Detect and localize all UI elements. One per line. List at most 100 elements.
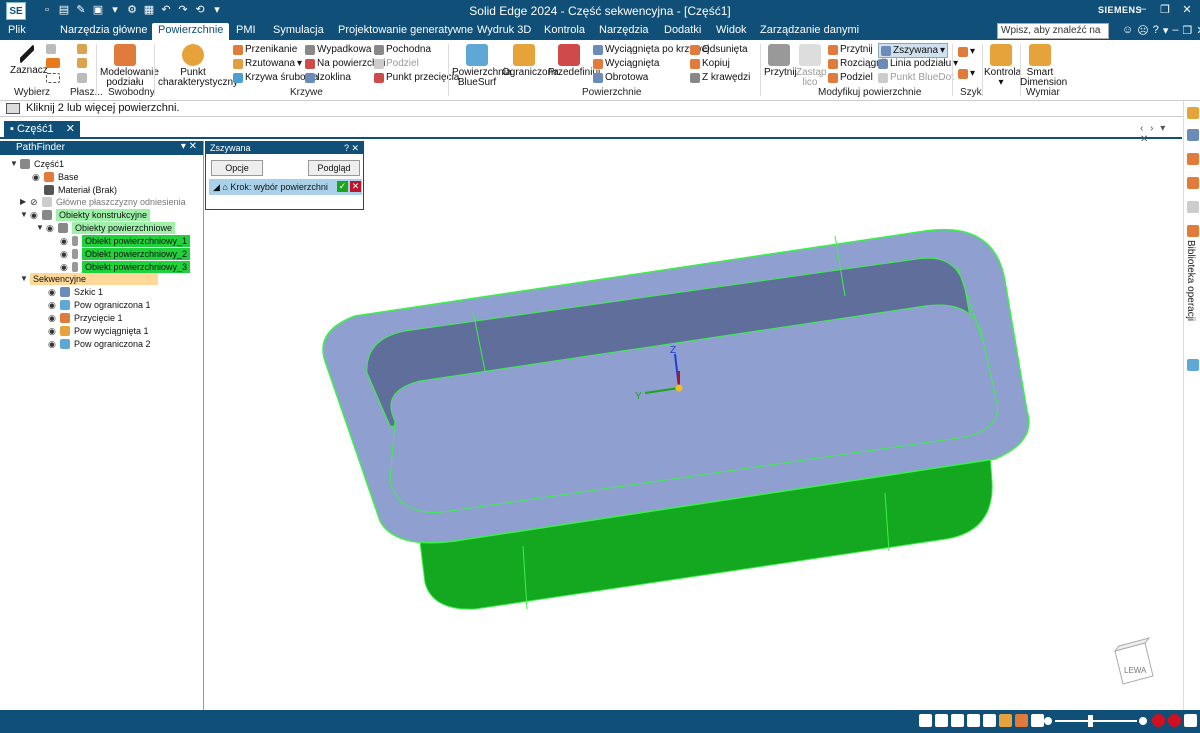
tab-plik[interactable]: Plik — [8, 24, 26, 36]
from-edge-button[interactable]: Z krawędzi — [690, 72, 750, 83]
derivative-button[interactable]: Pochodna — [374, 44, 431, 55]
revolved-button[interactable]: Obrotowa — [593, 72, 648, 83]
plane2-icon[interactable] — [77, 58, 87, 68]
tab-dodatki[interactable]: Dodatki — [664, 24, 701, 36]
tree-root[interactable]: ▼ Część1 — [10, 158, 64, 170]
plane-icon[interactable] — [77, 44, 87, 54]
copy-button[interactable]: Kopiuj — [690, 58, 730, 69]
close-icon[interactable]: ✕ — [1182, 3, 1192, 16]
tab-narzedzia[interactable]: Narzędzia — [599, 24, 649, 36]
tree-item-surface-2[interactable]: ◉ Obiekt powierzchniowy_2 — [60, 248, 191, 260]
graphics-viewport[interactable]: Z Y LEWA — [205, 141, 1183, 710]
tab-widok[interactable]: Widok — [716, 24, 747, 36]
tree-item-surface-3[interactable]: ◉ Obiekt powierzchniowy_3 — [60, 261, 191, 273]
help-close-icon[interactable]: ? ✕ — [344, 142, 359, 154]
step-bar[interactable]: ◢ ⌂ Krok: wybór powierzchni ✓ ✕ — [209, 179, 362, 195]
stitch-button[interactable]: Zszywana ▾ — [878, 43, 949, 58]
tree-item-trim[interactable]: ◉ Przycięcie 1 — [48, 312, 123, 324]
projected-curve-button[interactable]: Rzutowana ▾ — [233, 58, 302, 69]
zoom-slider-handle[interactable] — [1088, 715, 1093, 727]
close-tab-icon[interactable]: ✕ — [66, 122, 75, 135]
tree-item-surface-objects[interactable]: ▼ ◉ Obiekty powierzchniowe — [36, 222, 176, 234]
tree-item-planes[interactable]: ▶ ⊘ Główne płaszczyzny odniesienia — [20, 196, 186, 208]
tab-symulacja[interactable]: Symulacja — [273, 24, 324, 36]
wrench-icon[interactable] — [1187, 177, 1199, 189]
trim-button[interactable]: Przytnij — [828, 44, 873, 55]
mirror-button[interactable]: ▾ — [958, 68, 975, 79]
redefine-button[interactable]: Przedefiniuj — [548, 44, 600, 78]
trim-big-button[interactable]: Przytnij — [764, 44, 797, 78]
grid-icon[interactable] — [1187, 153, 1199, 165]
bluesurf-button[interactable]: Powierzchnia BlueSurf — [452, 44, 511, 88]
bounded-button[interactable]: Ograniczona — [502, 44, 559, 78]
tab-zarzadzanie-danymi[interactable]: Zarządzanie danymi — [760, 24, 859, 36]
tree-item-extruded[interactable]: ◉ Pow wyciągnięta 1 — [48, 325, 149, 337]
ribbon-restore-icon[interactable]: ❐ — [1182, 24, 1192, 37]
zoom-out-icon[interactable] — [1044, 717, 1052, 725]
tree-item-surface-1[interactable]: ◉ Obiekt powierzchniowy_1 — [60, 235, 191, 247]
select-area-icon[interactable] — [46, 73, 60, 83]
pan-icon[interactable] — [967, 714, 980, 727]
tree-item-base[interactable]: ◉ Base — [32, 171, 79, 183]
accept-icon[interactable]: ✓ — [337, 181, 348, 192]
select-button[interactable]: Zaznacz — [10, 44, 48, 76]
split-button[interactable]: Podziel — [828, 72, 873, 83]
preview-button[interactable]: Podgląd — [308, 160, 360, 176]
pattern-button[interactable]: ▾ — [958, 46, 975, 57]
record-icon[interactable] — [1152, 714, 1165, 727]
derived-curve-button[interactable]: Wypadkowa — [305, 44, 371, 55]
info-icon[interactable] — [1187, 359, 1199, 371]
extruded-button[interactable]: Wyciągnięta — [593, 58, 659, 69]
link-icon[interactable] — [1187, 201, 1199, 213]
library-icon[interactable] — [1187, 225, 1199, 237]
select-filter-icon[interactable] — [46, 44, 56, 54]
ribbon-minimize-icon[interactable]: – — [1172, 24, 1178, 37]
fit-icon[interactable] — [951, 714, 964, 727]
tree-item-sketch[interactable]: ◉ Szkic 1 — [48, 286, 103, 298]
layers-icon[interactable] — [1187, 129, 1199, 141]
tab-kontrola[interactable]: Kontrola — [544, 24, 585, 36]
docking-icon[interactable] — [1187, 107, 1199, 119]
shading-icon[interactable] — [1015, 714, 1028, 727]
rotate-icon[interactable] — [983, 714, 996, 727]
intersection-point-button[interactable]: Punkt przecięcia — [374, 72, 459, 83]
tree-item-construction[interactable]: ▼ ◉ Obiekty konstrukcyjne — [20, 209, 151, 221]
tab-pmi[interactable]: PMI — [236, 24, 256, 36]
fullscreen-icon[interactable] — [1184, 714, 1197, 727]
offset-button[interactable]: Odsunięta — [690, 44, 748, 55]
tree-item-bounded-2[interactable]: ◉ Pow ograniczona 2 — [48, 338, 151, 350]
minimize-icon[interactable]: – — [1138, 3, 1148, 16]
feature-library-label[interactable]: Biblioteka operacji — [1185, 240, 1196, 321]
split-curve-button[interactable]: Podziel — [374, 58, 419, 69]
zoom-area-icon[interactable] — [919, 714, 932, 727]
select-box-icon[interactable] — [46, 58, 60, 68]
options-button[interactable]: Opcje — [211, 160, 263, 176]
tree-item-material[interactable]: Materiał (Brak) — [44, 184, 117, 196]
panel-controls-icon[interactable]: ▾ ✕ — [181, 141, 197, 152]
frown-icon[interactable]: ☹ — [1137, 24, 1148, 37]
free-modeling-button[interactable]: Modelowanie podziału — [100, 44, 159, 88]
tab-projektowanie[interactable]: Projektowanie generatywne — [338, 24, 473, 36]
bluedot-button[interactable]: Punkt BlueDot — [878, 72, 954, 83]
tree-item-sequential[interactable]: ▼ Sekwencyjne — [20, 273, 160, 285]
zoom-in-icon[interactable] — [1139, 717, 1147, 725]
dropdown-icon[interactable]: ▾ — [1163, 24, 1169, 37]
csys-icon[interactable] — [77, 73, 87, 83]
model-view[interactable]: Z Y LEWA — [205, 141, 1183, 710]
cancel-icon[interactable]: ✕ — [350, 181, 361, 192]
smiley-icon[interactable]: ☺ — [1122, 24, 1133, 37]
video-icon[interactable] — [1168, 714, 1181, 727]
smart-dimension-button[interactable]: Smart Dimension — [1020, 44, 1067, 88]
ribbon-close-icon[interactable]: ✕ — [1196, 24, 1200, 37]
inspect-button[interactable]: Kontrola ▾ — [984, 44, 1021, 88]
display-mode-icon[interactable] — [1031, 714, 1044, 727]
collapse-icon[interactable]: ◢ — [213, 182, 222, 192]
zoom-icon[interactable] — [935, 714, 948, 727]
zoom-slider[interactable] — [1055, 720, 1137, 722]
search-input[interactable]: Wpisz, aby znaleźć na — [997, 23, 1109, 39]
tab-powierzchnie[interactable]: Powierzchnie — [152, 23, 230, 40]
tab-narzedzia-glowne[interactable]: Narzędzia główne — [60, 24, 147, 36]
view-cube[interactable]: LEWA — [1113, 637, 1154, 685]
replace-face-button[interactable]: Zastąp lico — [796, 44, 827, 88]
restore-icon[interactable]: ❐ — [1160, 3, 1170, 16]
